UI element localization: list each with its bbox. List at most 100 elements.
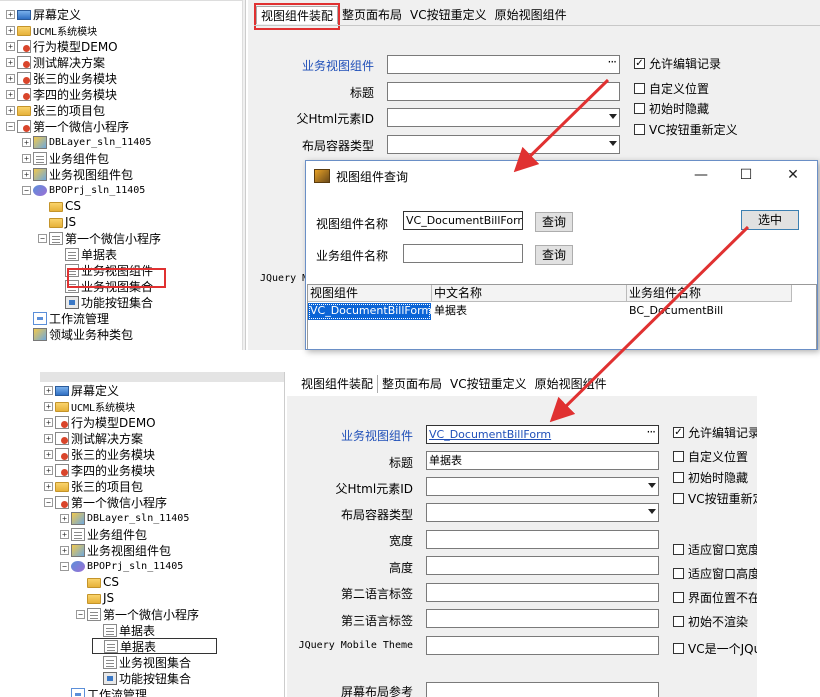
checkbox-box[interactable] [673, 544, 684, 555]
checkbox-no-initial-render[interactable]: 初始不渲染 [673, 613, 748, 630]
title-field[interactable] [387, 82, 620, 101]
expand-icon[interactable]: + [22, 169, 31, 179]
tree-item[interactable]: 单据表 [92, 638, 218, 654]
column-header[interactable]: 视图组件 [308, 285, 432, 302]
tree-item[interactable]: − 第一个微信小程序 [76, 606, 199, 622]
expand-icon[interactable]: + [60, 513, 69, 523]
tree-item[interactable]: + 行为模型DEMO [6, 38, 118, 54]
column-header[interactable]: 业务组件名称 [627, 285, 792, 302]
expand-icon[interactable]: + [22, 137, 31, 147]
checkbox-box[interactable] [673, 451, 684, 462]
checkbox-fit-width[interactable]: 适应窗口宽度 [673, 541, 757, 558]
tree-item[interactable]: + UCML系统模块 [44, 398, 135, 414]
tree-item[interactable]: JS [76, 590, 114, 606]
tree-item[interactable]: + 张三的项目包 [6, 102, 105, 118]
checkbox-custom-position[interactable]: 自定义位置 [634, 80, 709, 97]
tree-item[interactable]: 业务视图集合 [92, 654, 191, 670]
bc-name-input[interactable] [403, 244, 523, 263]
collapse-icon[interactable]: − [60, 561, 69, 571]
expand-icon[interactable]: + [44, 385, 53, 395]
checkbox-box[interactable] [673, 493, 684, 504]
expand-icon[interactable]: + [60, 529, 69, 539]
checkbox-box[interactable] [673, 568, 684, 579]
tree-item[interactable]: + 张三的业务模块 [6, 70, 117, 86]
tree-item[interactable]: 工作流管理 [22, 310, 109, 326]
checkbox-box[interactable] [673, 616, 684, 627]
tree-item[interactable]: − 第一个微信小程序 [38, 230, 161, 246]
checkbox-box[interactable] [634, 83, 645, 94]
expand-icon[interactable]: + [6, 105, 15, 115]
component-field[interactable]: VC_DocumentBillForm ··· [426, 425, 659, 444]
parent-html-select[interactable] [426, 477, 659, 496]
tree-item[interactable]: + 屏幕定义 [6, 6, 81, 22]
tab-original-view-component[interactable]: 原始视图组件 [531, 375, 611, 393]
tree-item[interactable]: − 第一个微信小程序 [44, 494, 167, 510]
tree-item[interactable]: + 张三的业务模块 [44, 446, 155, 462]
screen-layout-field[interactable] [426, 682, 659, 697]
expand-icon[interactable]: + [60, 545, 69, 555]
checkbox-fit-height[interactable]: 适应窗口高度 [673, 565, 757, 582]
expand-icon[interactable]: + [44, 465, 53, 475]
tree-item[interactable]: + 业务组件包 [60, 526, 147, 542]
tree-item[interactable]: JS [38, 214, 76, 230]
checkbox-initially-hidden[interactable]: 初始时隐藏 [634, 100, 709, 117]
checkbox-allow-edit[interactable]: ✓ 允许编辑记录 [673, 424, 757, 441]
select-button[interactable]: 选中 [741, 210, 799, 230]
tree-item[interactable]: 领域业务种类包 [22, 326, 133, 342]
tree-item[interactable]: + 测试解决方案 [44, 430, 143, 446]
expand-icon[interactable]: + [6, 25, 15, 35]
tree-item[interactable]: − BPOPrj_sln_11405 [60, 558, 183, 574]
tab-page-layout[interactable]: 整页面布局 [338, 6, 406, 24]
expand-icon[interactable]: + [22, 153, 31, 163]
tab-view-component-assembly[interactable]: 视图组件装配 [297, 375, 379, 393]
tab-page-layout[interactable]: 整页面布局 [378, 375, 446, 393]
checkbox-box[interactable]: ✓ [634, 58, 645, 69]
tab-vc-button-redefine[interactable]: VC按钮重定义 [446, 375, 531, 393]
layout-type-select[interactable] [426, 503, 659, 522]
tree-item[interactable]: + DBLayer_sln_11405 [22, 134, 151, 150]
collapse-icon[interactable]: − [22, 185, 31, 195]
tree-item[interactable]: − BPOPrj_sln_11405 [22, 182, 145, 198]
parent-html-select[interactable] [387, 108, 620, 127]
tree-item[interactable]: + 业务视图组件包 [22, 166, 133, 182]
layout-type-select[interactable] [387, 135, 620, 154]
checkbox-vc-button-redefine[interactable]: VC按钮重新定义 [634, 121, 738, 138]
tree-item[interactable]: + 张三的项目包 [44, 478, 143, 494]
maximize-icon[interactable]: ☐ [736, 165, 756, 185]
vc-name-input[interactable]: VC_DocumentBillForm [403, 211, 523, 230]
table-cell[interactable]: BC_DocumentBill [627, 303, 792, 320]
tree-item[interactable]: + 李四的业务模块 [6, 86, 117, 102]
tree-item[interactable]: − 第一个微信小程序 [6, 118, 129, 134]
jquery-theme-field[interactable] [426, 636, 659, 655]
checkbox-box[interactable] [673, 472, 684, 483]
lang3-field[interactable] [426, 609, 659, 628]
table-cell[interactable]: VC_DocumentBillForm [308, 303, 431, 320]
expand-icon[interactable]: + [44, 401, 53, 411]
tree-item[interactable]: CS [38, 198, 81, 214]
tree-item[interactable]: 工作流管理 [60, 686, 147, 697]
collapse-icon[interactable]: − [6, 121, 15, 131]
title-field[interactable]: 单据表 [426, 451, 659, 470]
checkbox-box[interactable] [673, 643, 684, 654]
expand-icon[interactable]: + [44, 433, 53, 443]
expand-icon[interactable]: + [6, 9, 15, 19]
close-icon[interactable]: ✕ [783, 165, 803, 185]
collapse-icon[interactable]: − [76, 609, 85, 619]
tree-item[interactable]: + 业务组件包 [22, 150, 109, 166]
query-button-2[interactable]: 查询 [535, 245, 573, 265]
expand-icon[interactable]: + [44, 481, 53, 491]
checkbox-position-outside[interactable]: 界面位置不在 [673, 589, 757, 606]
ellipsis-button-icon[interactable]: ··· [608, 56, 618, 71]
expand-icon[interactable]: + [44, 417, 53, 427]
expand-icon[interactable]: + [44, 449, 53, 459]
tree-item[interactable]: + 李四的业务模块 [44, 462, 155, 478]
tree-item[interactable]: 单据表 [92, 622, 155, 638]
component-link[interactable]: VC_DocumentBillForm [429, 428, 551, 441]
tree-item[interactable]: 单据表 [54, 246, 117, 262]
checkbox-vc-is-jquery[interactable]: VC是一个JQu [673, 640, 757, 657]
table-cell[interactable]: 单据表 [432, 303, 627, 320]
tree-item[interactable]: + 行为模型DEMO [44, 414, 156, 430]
tab-vc-button-redefine[interactable]: VC按钮重定义 [406, 6, 491, 24]
height-field[interactable] [426, 556, 659, 575]
tree-item[interactable]: 功能按钮集合 [54, 294, 153, 310]
